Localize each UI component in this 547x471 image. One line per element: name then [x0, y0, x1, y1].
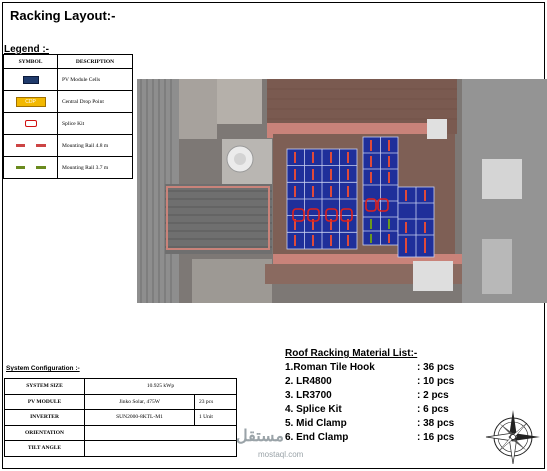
list-item: 6. End Clamp : 16 pcs [285, 432, 475, 446]
config-label: PV MODULE [4, 393, 85, 410]
roof-aerial-map [137, 79, 547, 303]
legend-description: Central Drop Point [57, 90, 133, 113]
legend-header-row: SYMBOL DESCRIPTION [3, 54, 133, 69]
material-name: 1.Roman Tile Hook [285, 362, 375, 373]
material-qty: : 16 pcs [417, 432, 455, 443]
cdp-swatch: CDP [15, 96, 46, 107]
legend-row: Splice Kit [3, 112, 133, 135]
config-label: TILT ANGLE [4, 440, 85, 457]
config-value [84, 424, 237, 441]
list-item: 5. Mid Clamp : 38 pcs [285, 418, 475, 432]
config-value [84, 440, 237, 457]
compass-rose-icon [485, 410, 540, 465]
config-label: ORIENTATION [4, 424, 85, 441]
pv-array-left [286, 148, 358, 250]
table-row: TILT ANGLE [4, 440, 237, 457]
legend-row: Mounting Rail 3.7 m [3, 156, 133, 179]
watermark-latin: mostaql.com [258, 450, 304, 459]
material-name: 5. Mid Clamp [285, 418, 347, 429]
config-value: Jinko Solar, 475W [84, 393, 195, 410]
rail-green-swatch [15, 165, 46, 169]
config-unit: 23 pcs [194, 393, 237, 410]
material-qty: : 6 pcs [417, 404, 449, 415]
table-row: PV MODULE Jinko Solar, 475W 23 pcs [4, 393, 237, 410]
config-label: INVERTER [4, 409, 85, 426]
legend-header-symbol: SYMBOL [3, 54, 58, 69]
watermark: مستقل mostaql.com [236, 426, 303, 459]
list-item: 3. LR3700 : 2 pcs [285, 390, 475, 404]
system-configuration-table: SYSTEM SIZE 10.925 kWp PV MODULE Jinko S… [4, 378, 237, 457]
list-item: 2. LR4800 : 10 pcs [285, 376, 475, 390]
legend-header-description: DESCRIPTION [57, 54, 133, 69]
config-label: SYSTEM SIZE [4, 378, 85, 395]
material-list: 1.Roman Tile Hook : 36 pcs 2. LR4800 : 10 … [285, 362, 475, 446]
legend-description: Splice Kit [57, 112, 133, 135]
config-value: 10.925 kWp [84, 378, 237, 395]
legend-row: CDP Central Drop Point [3, 90, 133, 113]
legend-description: Mounting Rail 3.7 m [57, 156, 133, 179]
legend-description: Mounting Rail 4.8 m [57, 134, 133, 157]
legend-row: PV Module Cells [3, 68, 133, 91]
legend-row: Mounting Rail 4.8 m [3, 134, 133, 157]
table-row: ORIENTATION [4, 424, 237, 441]
config-unit: 1 Unit [194, 409, 237, 426]
table-row: INVERTER SUN2000-8KTL-M1 1 Unit [4, 409, 237, 426]
page-title: Racking Layout:- [10, 8, 116, 23]
material-name: 4. Splice Kit [285, 404, 342, 415]
rail-red-swatch [15, 143, 46, 147]
list-item: 1.Roman Tile Hook : 36 pcs [285, 362, 475, 376]
material-name: 3. LR3700 [285, 390, 332, 401]
table-row: SYSTEM SIZE 10.925 kWp [4, 378, 237, 395]
config-value: SUN2000-8KTL-M1 [84, 409, 195, 426]
legend-description: PV Module Cells [57, 68, 133, 91]
material-name: 6. End Clamp [285, 432, 349, 443]
splice-kit-swatch [24, 120, 37, 127]
material-list-title: Roof Racking Material List:- [285, 348, 418, 359]
list-item: 4. Splice Kit : 6 pcs [285, 404, 475, 418]
system-configuration-title: System Configuration :- [6, 365, 80, 372]
material-name: 2. LR4800 [285, 376, 332, 387]
legend-table: SYMBOL DESCRIPTION PV Module Cells CDP C… [3, 54, 133, 179]
pv-cell-swatch [22, 75, 39, 84]
watermark-arabic: مستقل [236, 428, 284, 445]
material-qty: : 10 pcs [417, 376, 455, 387]
roof-layout-drawing [137, 79, 547, 303]
material-qty: : 36 pcs [417, 362, 455, 373]
material-qty: : 38 pcs [417, 418, 455, 429]
material-qty: : 2 pcs [417, 390, 449, 401]
